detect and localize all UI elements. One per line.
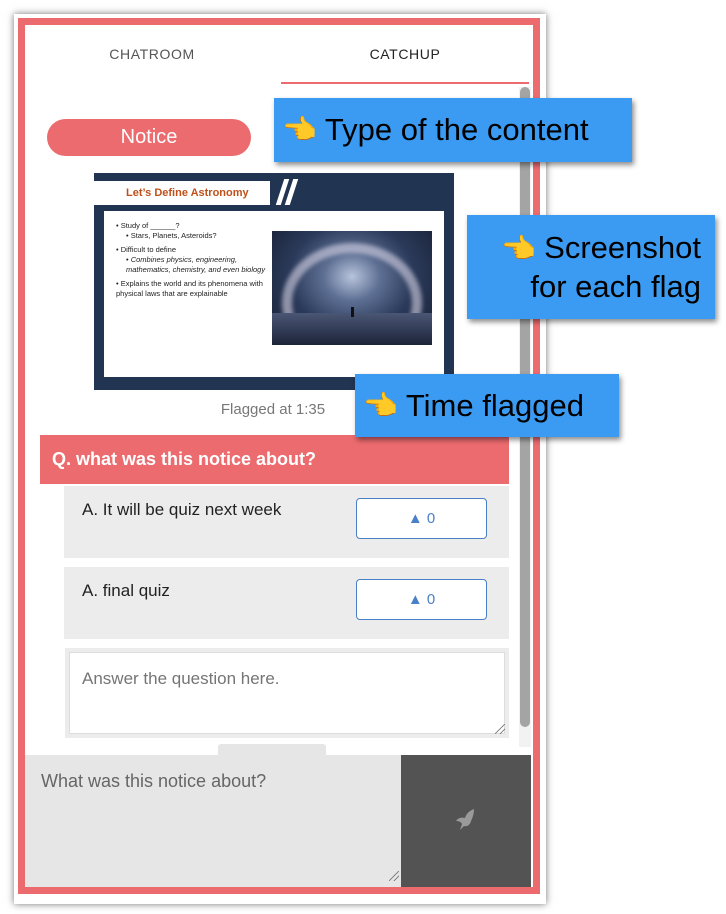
callout-time-flagged: 👈 Time flagged — [355, 374, 619, 437]
answer-input-container — [65, 648, 509, 738]
slide-screenshot: Let’s Define Astronomy • Study of ______… — [94, 173, 454, 390]
slide-bullet: • Explains the world and its phenomena w… — [116, 279, 263, 298]
slide-bullets: • Study of ______? • Stars, Planets, Ast… — [116, 221, 266, 303]
slide-bullet: • Study of ______? • Stars, Planets, Ast… — [116, 221, 217, 240]
callout-screenshot: 👈 Screenshot for each flag — [467, 215, 715, 319]
callout-text: Time flagged — [405, 387, 584, 423]
question-title: Q. what was this notice about? — [40, 435, 509, 484]
slide-bullet: • Difficult to define • Combines physics… — [116, 245, 266, 274]
active-tab-indicator — [281, 82, 529, 84]
send-button[interactable] — [401, 755, 531, 887]
message-composer: What was this notice about? — [25, 755, 401, 887]
hand-pointing-icon: 👈 — [363, 389, 398, 421]
hand-pointing-icon: 👈 — [282, 114, 317, 145]
slide-body: • Study of ______? • Stars, Planets, Ast… — [104, 211, 444, 377]
figure: CHATROOM CATCHUP Notice Let’s Define Ast… — [0, 0, 726, 914]
content-type-badge: Notice — [47, 119, 251, 156]
callout-line: 👈 Screenshot — [501, 229, 701, 268]
message-input[interactable]: What was this notice about? — [25, 755, 401, 887]
slide-title: Let’s Define Astronomy — [94, 181, 270, 205]
send-bird-icon — [456, 809, 474, 830]
tab-chatroom[interactable]: CHATROOM — [25, 25, 279, 83]
tab-catchup[interactable]: CATCHUP — [281, 25, 529, 83]
answer-item: A. It will be quiz next week ▲ 0 — [64, 486, 509, 558]
answer-input[interactable] — [69, 652, 505, 734]
hand-pointing-icon: 👈 — [501, 232, 537, 264]
upvote-button[interactable]: ▲ 0 — [356, 498, 487, 539]
answer-text: A. It will be quiz next week — [82, 500, 282, 519]
callout-text: Type of the content — [324, 112, 589, 147]
upvote-button[interactable]: ▲ 0 — [356, 579, 487, 620]
answer-item: A. final quiz ▲ 0 — [64, 567, 509, 639]
answer-text: A. final quiz — [82, 581, 170, 600]
callout-content-type: 👈 Type of the content — [274, 98, 632, 162]
milky-way-photo — [272, 231, 432, 345]
callout-line: for each flag — [530, 268, 701, 304]
